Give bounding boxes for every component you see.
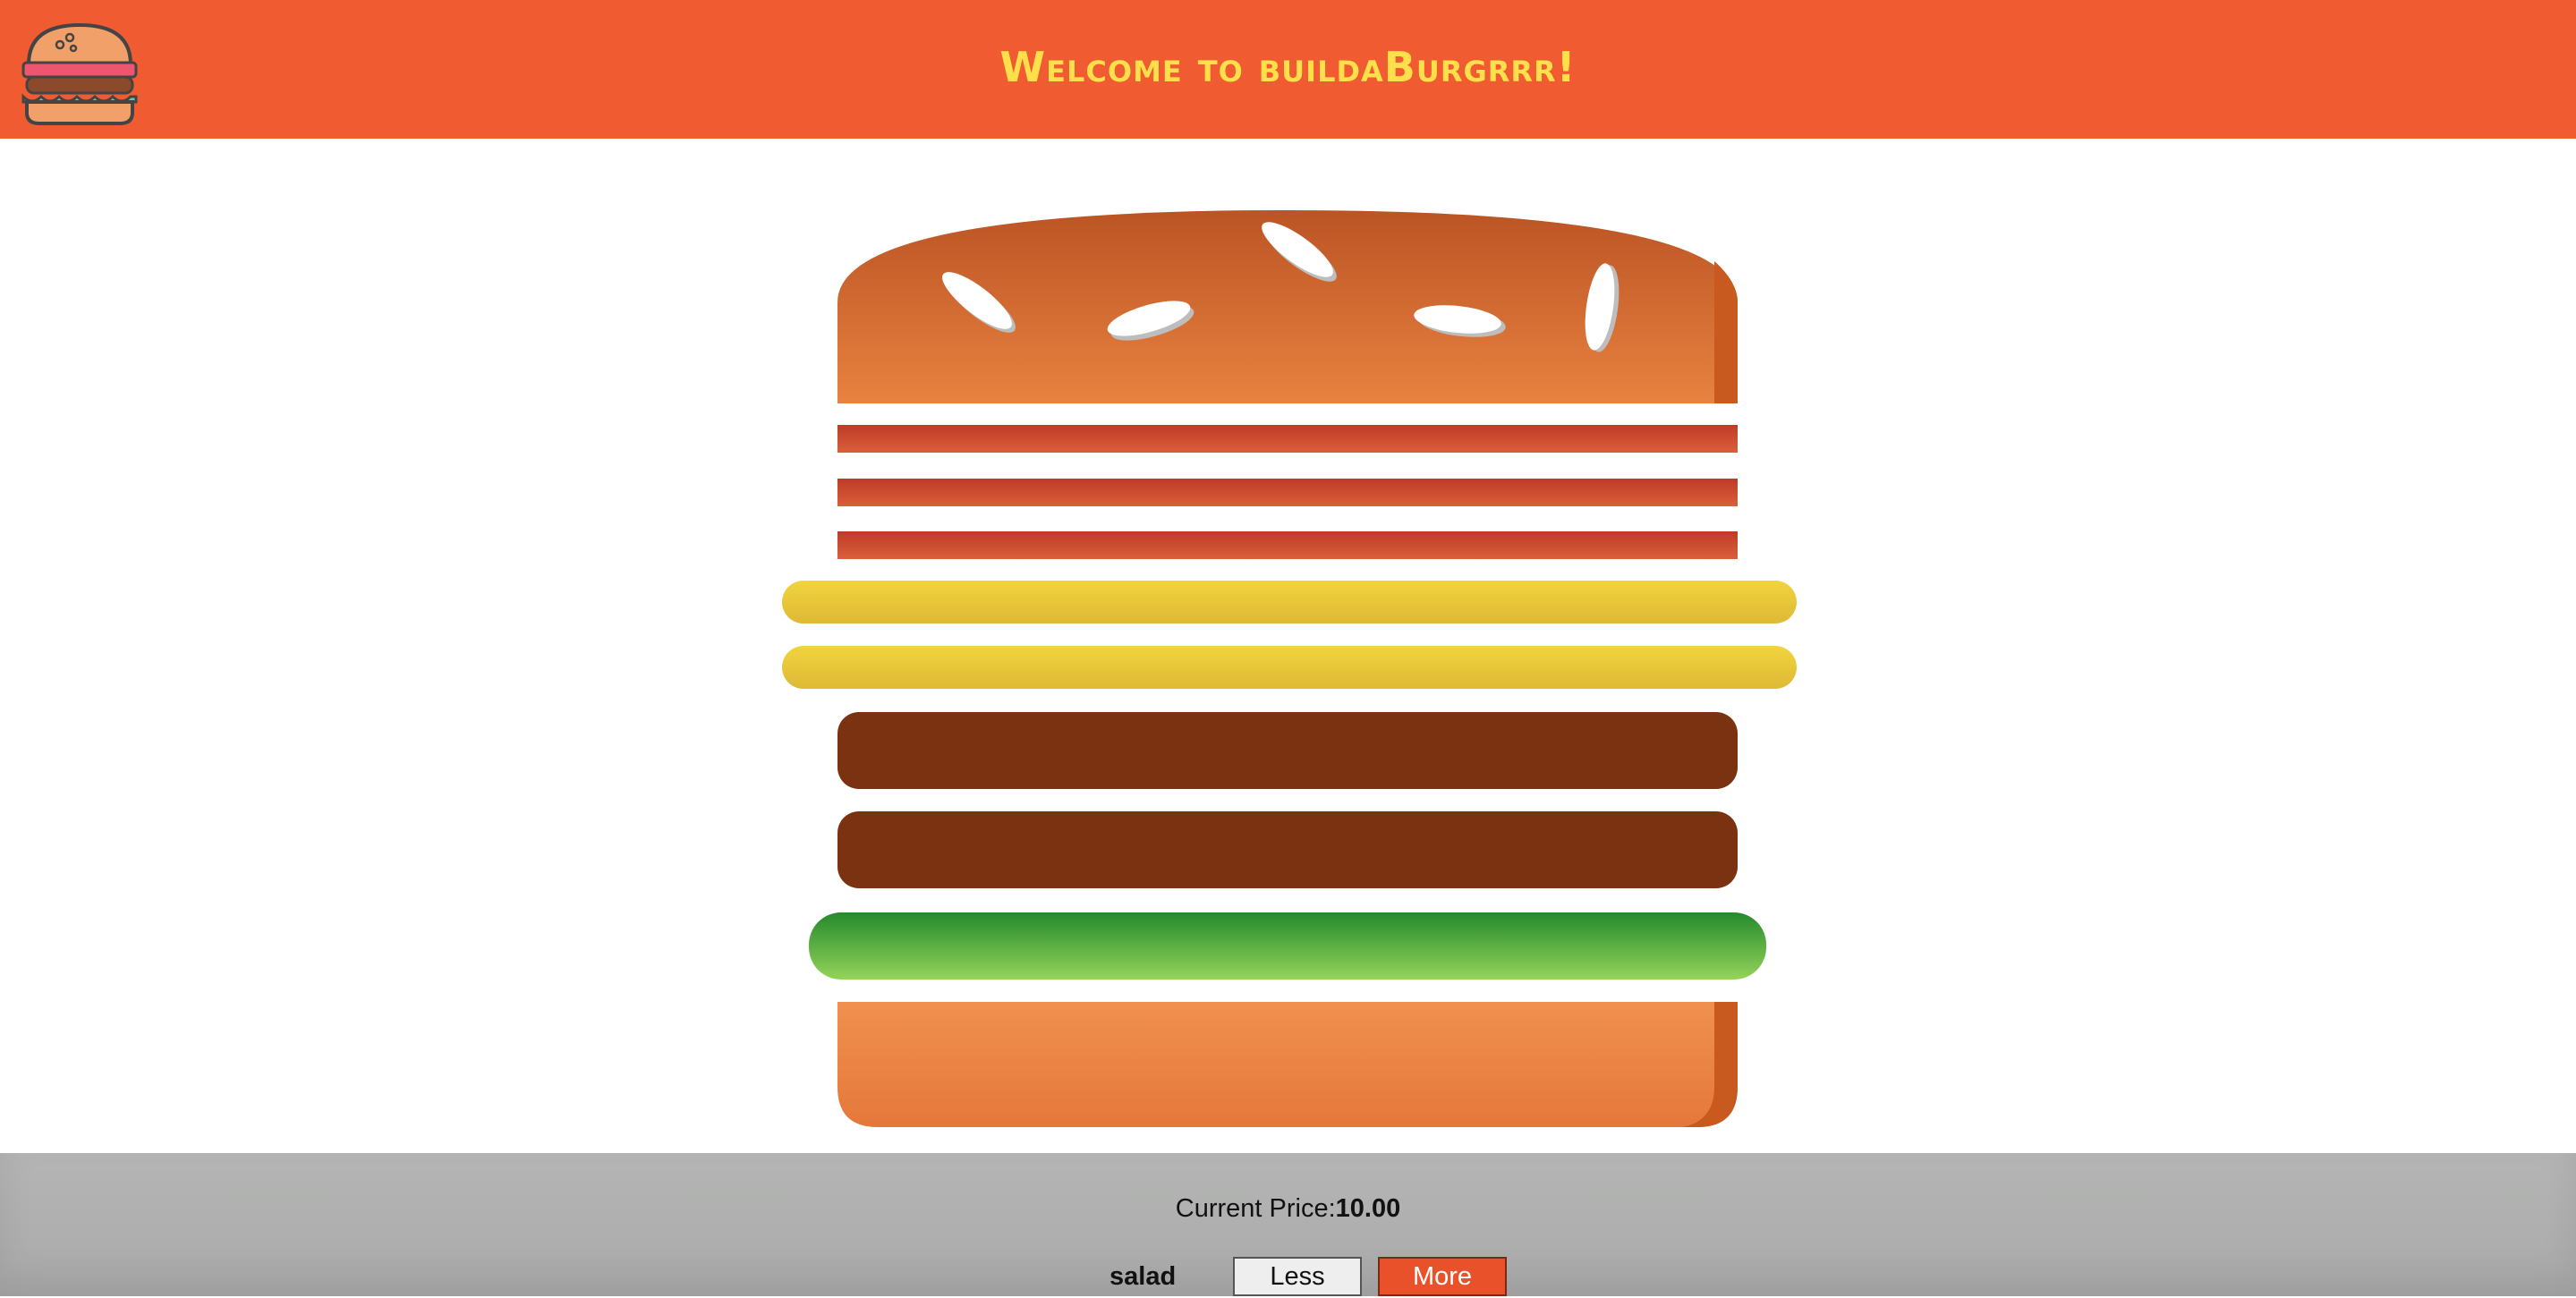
- cheese-layer: [782, 581, 1797, 624]
- more-button[interactable]: More: [1378, 1257, 1507, 1296]
- price-value: 10.00: [1335, 1194, 1401, 1223]
- bread-bottom: [837, 1002, 1738, 1127]
- salad-layer: [809, 912, 1766, 980]
- ingredient-label: salad: [1109, 1262, 1177, 1291]
- burger-illustration: [782, 210, 1797, 1127]
- burger-display: [0, 139, 2576, 1153]
- cheese-layer: [782, 646, 1797, 689]
- bread-top: [837, 210, 1738, 403]
- bacon-layer: [837, 479, 1738, 506]
- meat-layer: [837, 712, 1738, 789]
- build-controls: Current Price:10.00 salad Less More: [0, 1153, 2576, 1296]
- bacon-layer: [837, 531, 1738, 559]
- app-header: Welcome to buildaBurgrrr!: [0, 0, 2576, 139]
- less-button[interactable]: Less: [1233, 1257, 1362, 1296]
- page-title: Welcome to buildaBurgrrr!: [999, 43, 1577, 91]
- current-price: Current Price:10.00: [0, 1194, 2576, 1224]
- price-label: Current Price:: [1175, 1194, 1336, 1223]
- bacon-layer: [837, 425, 1738, 453]
- ingredient-control-salad: salad Less More: [0, 1257, 2576, 1298]
- meat-layer: [837, 811, 1738, 888]
